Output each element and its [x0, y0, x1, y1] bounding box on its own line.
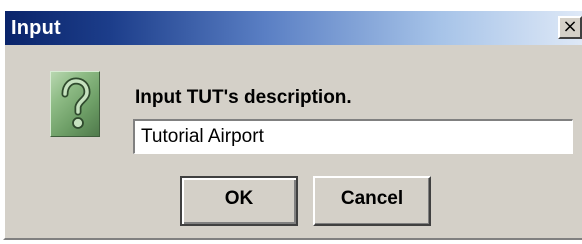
- window-title: Input: [11, 17, 61, 39]
- cancel-button[interactable]: Cancel: [313, 176, 431, 226]
- dialog-message: Input TUT's description.: [135, 87, 352, 108]
- title-bar[interactable]: Input ×: [5, 11, 582, 45]
- close-icon: ×: [562, 16, 578, 37]
- question-icon: [50, 71, 100, 137]
- close-button[interactable]: ×: [558, 16, 582, 39]
- input-dialog: Input × Input TUT's description. OK Canc…: [3, 10, 582, 240]
- description-input[interactable]: [133, 119, 573, 154]
- ok-button[interactable]: OK: [180, 176, 298, 226]
